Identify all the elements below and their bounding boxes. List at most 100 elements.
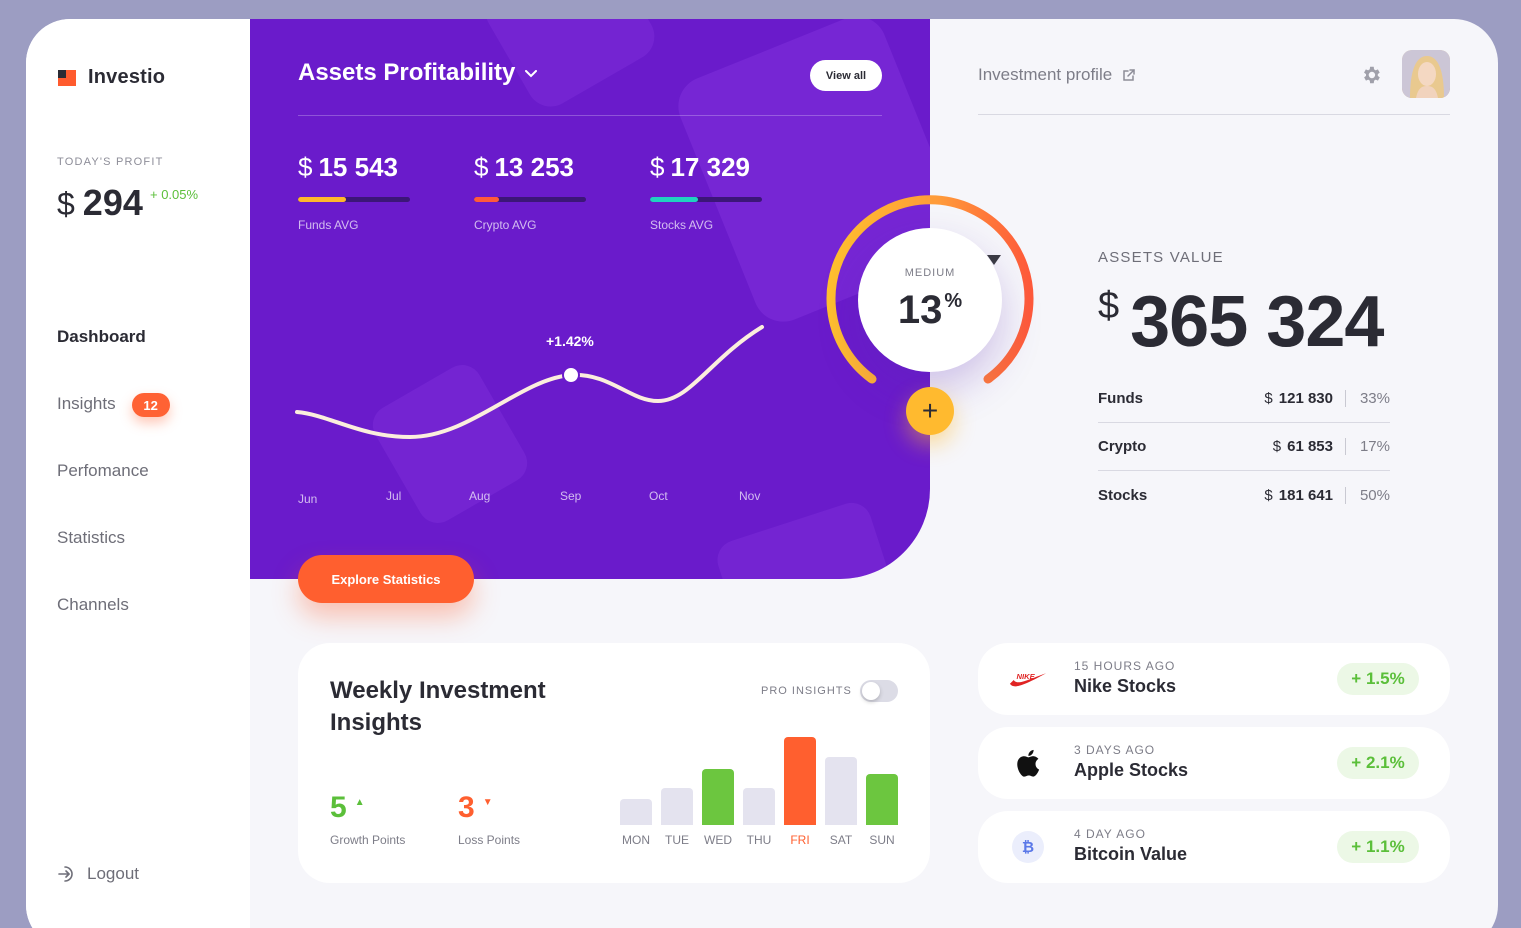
settings-gear-icon[interactable]	[1360, 64, 1382, 86]
profitability-line	[295, 325, 764, 440]
gauge-marker-icon	[987, 255, 1001, 265]
assets-profitability-dropdown[interactable]: Assets Profitability	[298, 59, 538, 87]
arrow-up-icon: ▲	[354, 797, 365, 808]
sidebar-item-label: Insights	[57, 394, 116, 413]
sidebar-item-label: Dashboard	[57, 327, 146, 346]
weekly-bar-chart: MON TUE WED THU FRI SAT SUN	[620, 733, 900, 847]
avatar-portrait	[1402, 50, 1450, 98]
metric-label: Crypto AVG	[474, 218, 537, 232]
sidebar-item-label: Perfomance	[57, 461, 149, 480]
metric-label: Stocks AVG	[650, 218, 714, 232]
day-label-thu: THU	[746, 833, 772, 847]
view-all-button[interactable]: View all	[810, 60, 882, 91]
loss-points: 3 ▼ Loss Points	[458, 791, 520, 847]
apple-icon	[1008, 747, 1048, 779]
user-avatar[interactable]	[1402, 50, 1450, 98]
profit-currency: $	[57, 186, 75, 222]
profit-amount: 294	[82, 182, 143, 223]
insights-count-badge: 12	[131, 393, 170, 417]
month-label: Aug	[469, 489, 491, 503]
asset-row-funds: Funds $121 830 33%	[1098, 375, 1390, 423]
dashboard-app: Investio TODAY'S PROFIT $294 + 0.05% Das…	[26, 19, 1498, 928]
bar-tue	[661, 788, 693, 825]
gauge-value: 13%	[897, 288, 963, 332]
profit-change: + 0.05%	[150, 187, 199, 202]
metric-stocks: $17 329 Stocks AVG	[650, 152, 762, 232]
todays-profit-label: TODAY'S PROFIT	[57, 156, 164, 168]
weekly-insights-title: Weekly Investment Insights	[330, 677, 546, 736]
todays-profit-value: $294	[57, 182, 143, 224]
metric-label: Funds AVG	[298, 218, 359, 232]
assets-value-total: $365 324	[1098, 282, 1384, 362]
asset-row-stocks: Stocks $181 641 50%	[1098, 486, 1390, 504]
panel-title: Assets Profitability	[298, 59, 516, 86]
growth-points: 5 ▲ Growth Points	[330, 791, 405, 847]
growth-points-value: 5	[330, 791, 347, 824]
month-label: Nov	[739, 489, 761, 503]
stock-card-nike[interactable]: NIKE 15 HOURS AGO Nike Stocks + 1.5%	[978, 643, 1450, 715]
stock-name: Apple Stocks	[1074, 760, 1189, 780]
sidebar-item-channels[interactable]: Channels	[57, 595, 170, 662]
metric-value: $15 543	[298, 152, 398, 182]
explore-statistics-button[interactable]: Explore Statistics	[298, 555, 474, 603]
stock-change-badge: + 1.1%	[1337, 831, 1419, 863]
stock-name: Nike Stocks	[1074, 676, 1177, 696]
month-label: Jun	[298, 492, 318, 506]
loss-points-value: 3	[458, 791, 475, 824]
line-highlight-label: +1.42%	[546, 333, 594, 349]
bar-mon	[620, 799, 652, 825]
metric-progress-bar	[298, 197, 410, 202]
sidebar: Investio TODAY'S PROFIT $294 + 0.05% Das…	[26, 19, 250, 928]
pro-insights-label: PRO INSIGHTS	[761, 685, 852, 697]
sidebar-item-dashboard[interactable]: Dashboard	[57, 327, 170, 394]
logout-icon	[58, 866, 73, 882]
gauge-level-label: MEDIUM	[904, 267, 956, 279]
bar-thu	[743, 788, 775, 825]
bitcoin-icon: ₿	[1008, 831, 1048, 863]
logo-mark-icon	[58, 69, 76, 86]
nike-icon: NIKE	[1008, 663, 1048, 695]
brand-name: Investio	[88, 66, 166, 88]
weekly-insights-card: Weekly Investment Insights PRO INSIGHTS …	[298, 643, 930, 883]
metric-progress-bar	[474, 197, 586, 202]
logout-button[interactable]: Logout	[57, 864, 139, 884]
month-label: Oct	[649, 489, 668, 503]
day-label-mon: MON	[622, 833, 650, 847]
svg-text:NIKE: NIKE	[1017, 672, 1036, 681]
day-label-fri: FRI	[790, 833, 810, 847]
metric-value: $13 253	[474, 152, 574, 182]
stock-card-apple[interactable]: 3 DAYS AGO Apple Stocks + 2.1%	[978, 727, 1450, 799]
metric-progress-bar	[650, 197, 762, 202]
sidebar-item-performance[interactable]: Perfomance	[57, 461, 170, 528]
add-button[interactable]: +	[906, 387, 954, 435]
external-link-icon	[1123, 69, 1135, 81]
sidebar-item-insights[interactable]: Insights 12	[57, 393, 170, 461]
stock-time: 4 DAY AGO	[1074, 827, 1146, 841]
investment-profile-link[interactable]: Investment profile	[978, 65, 1136, 85]
line-highlight-point	[562, 366, 580, 384]
logout-label: Logout	[87, 864, 139, 883]
brand-logo[interactable]: Investio	[58, 66, 165, 89]
stock-time: 3 DAYS AGO	[1074, 743, 1156, 757]
header-divider	[978, 114, 1450, 115]
bar-sun	[866, 774, 898, 825]
profitability-line-chart	[295, 325, 764, 440]
bar-fri	[784, 737, 816, 825]
day-label-tue: TUE	[665, 833, 689, 847]
stock-change-badge: + 2.1%	[1337, 747, 1419, 779]
asset-row-crypto: Crypto $61 853 17%	[1098, 423, 1390, 471]
day-label-sun: SUN	[869, 833, 895, 847]
sidebar-item-label: Channels	[57, 595, 129, 614]
metric-funds: $15 543 Funds AVG	[298, 152, 410, 232]
panel-divider	[298, 115, 882, 116]
assets-value-label: ASSETS VALUE	[1098, 249, 1224, 266]
svg-text:₿: ₿	[1022, 838, 1034, 856]
bar-sat	[825, 757, 857, 825]
stock-card-bitcoin[interactable]: ₿ 4 DAY AGO Bitcoin Value + 1.1%	[978, 811, 1450, 883]
pro-insights-toggle[interactable]	[860, 680, 898, 702]
stock-change-badge: + 1.5%	[1337, 663, 1419, 695]
metric-value: $17 329	[650, 152, 750, 182]
loss-points-label: Loss Points	[458, 833, 521, 847]
sidebar-item-statistics[interactable]: Statistics	[57, 528, 170, 595]
chevron-down-icon	[525, 70, 538, 78]
